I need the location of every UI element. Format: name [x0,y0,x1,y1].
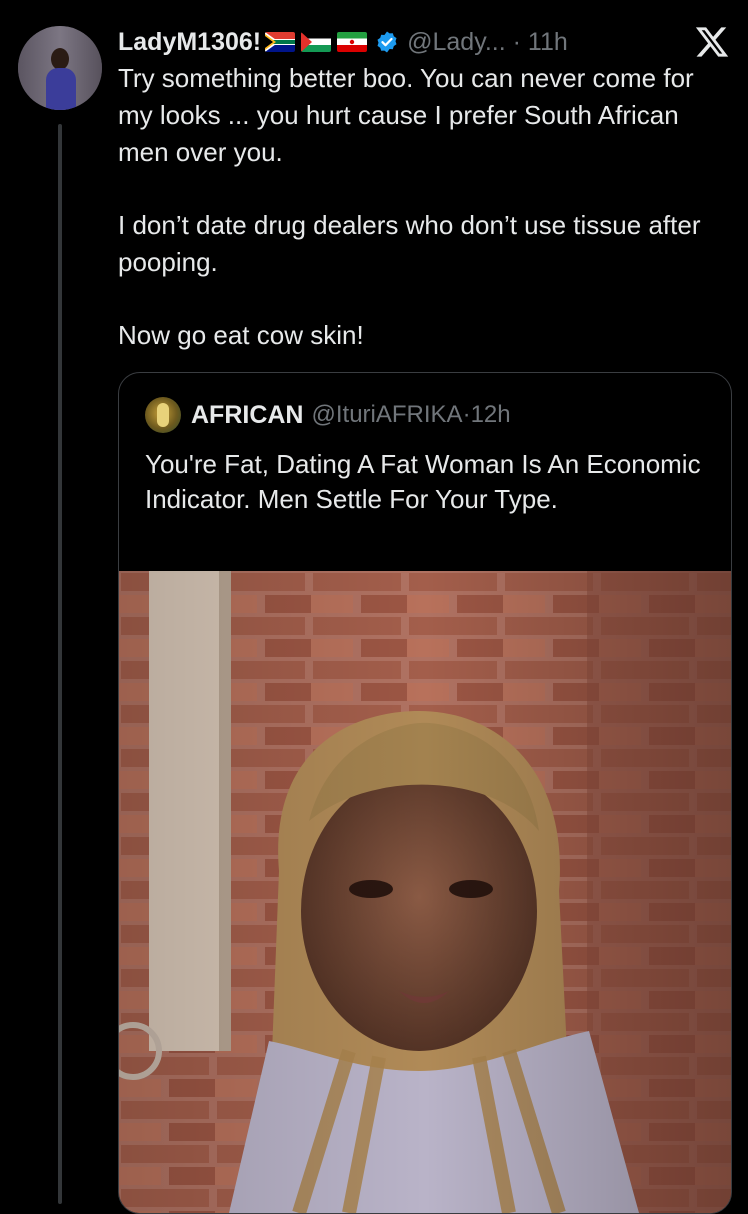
thread-line [58,124,62,1204]
timestamp[interactable]: 11h [528,28,568,56]
display-name[interactable]: LadyM1306! [118,28,261,57]
avatar[interactable] [18,26,102,110]
tweet-paragraph: Now go eat cow skin! [118,320,364,350]
tweet-header: LadyM1306! @Lady... · 11h [118,22,568,62]
avatar-figure-head [51,48,69,70]
photo-illustration [119,571,731,1213]
x-logo-icon[interactable] [694,24,730,60]
separator-dot: · [462,401,471,428]
quoted-photo[interactable] [119,571,731,1213]
quoted-tweet-text: You're Fat, Dating A Fat Woman Is An Eco… [145,449,701,514]
quoted-display-name[interactable]: AFRICAN [191,401,304,430]
iran-flag-icon [337,32,368,52]
quoted-timestamp[interactable]: 12h [471,401,511,428]
palestine-flag-icon [301,32,332,52]
south-africa-flag-icon [265,32,296,52]
quoted-handle-group: @IturiAFRIKA·12h [312,401,511,429]
quoted-tweet[interactable]: AFRICAN @IturiAFRIKA·12h You're Fat, Dat… [118,372,732,1214]
tweet-paragraph: I don’t date drug dealers who don’t use … [118,210,701,277]
handle[interactable]: @Lady... · 11h [407,28,568,57]
avatar-figure-body [46,68,76,110]
quoted-tweet-header: AFRICAN @IturiAFRIKA·12h [145,397,511,433]
separator-dot: · [505,27,528,56]
flag-emojis [265,32,368,52]
verified-badge-icon [375,30,399,54]
user-handle[interactable]: @Lady... [407,28,506,56]
tweet-paragraph: Try something better boo. You can never … [118,63,694,167]
tweet-body: Try something better boo. You can never … [118,60,728,390]
quoted-avatar[interactable] [145,397,181,433]
quoted-user-handle[interactable]: @IturiAFRIKA [312,401,463,428]
